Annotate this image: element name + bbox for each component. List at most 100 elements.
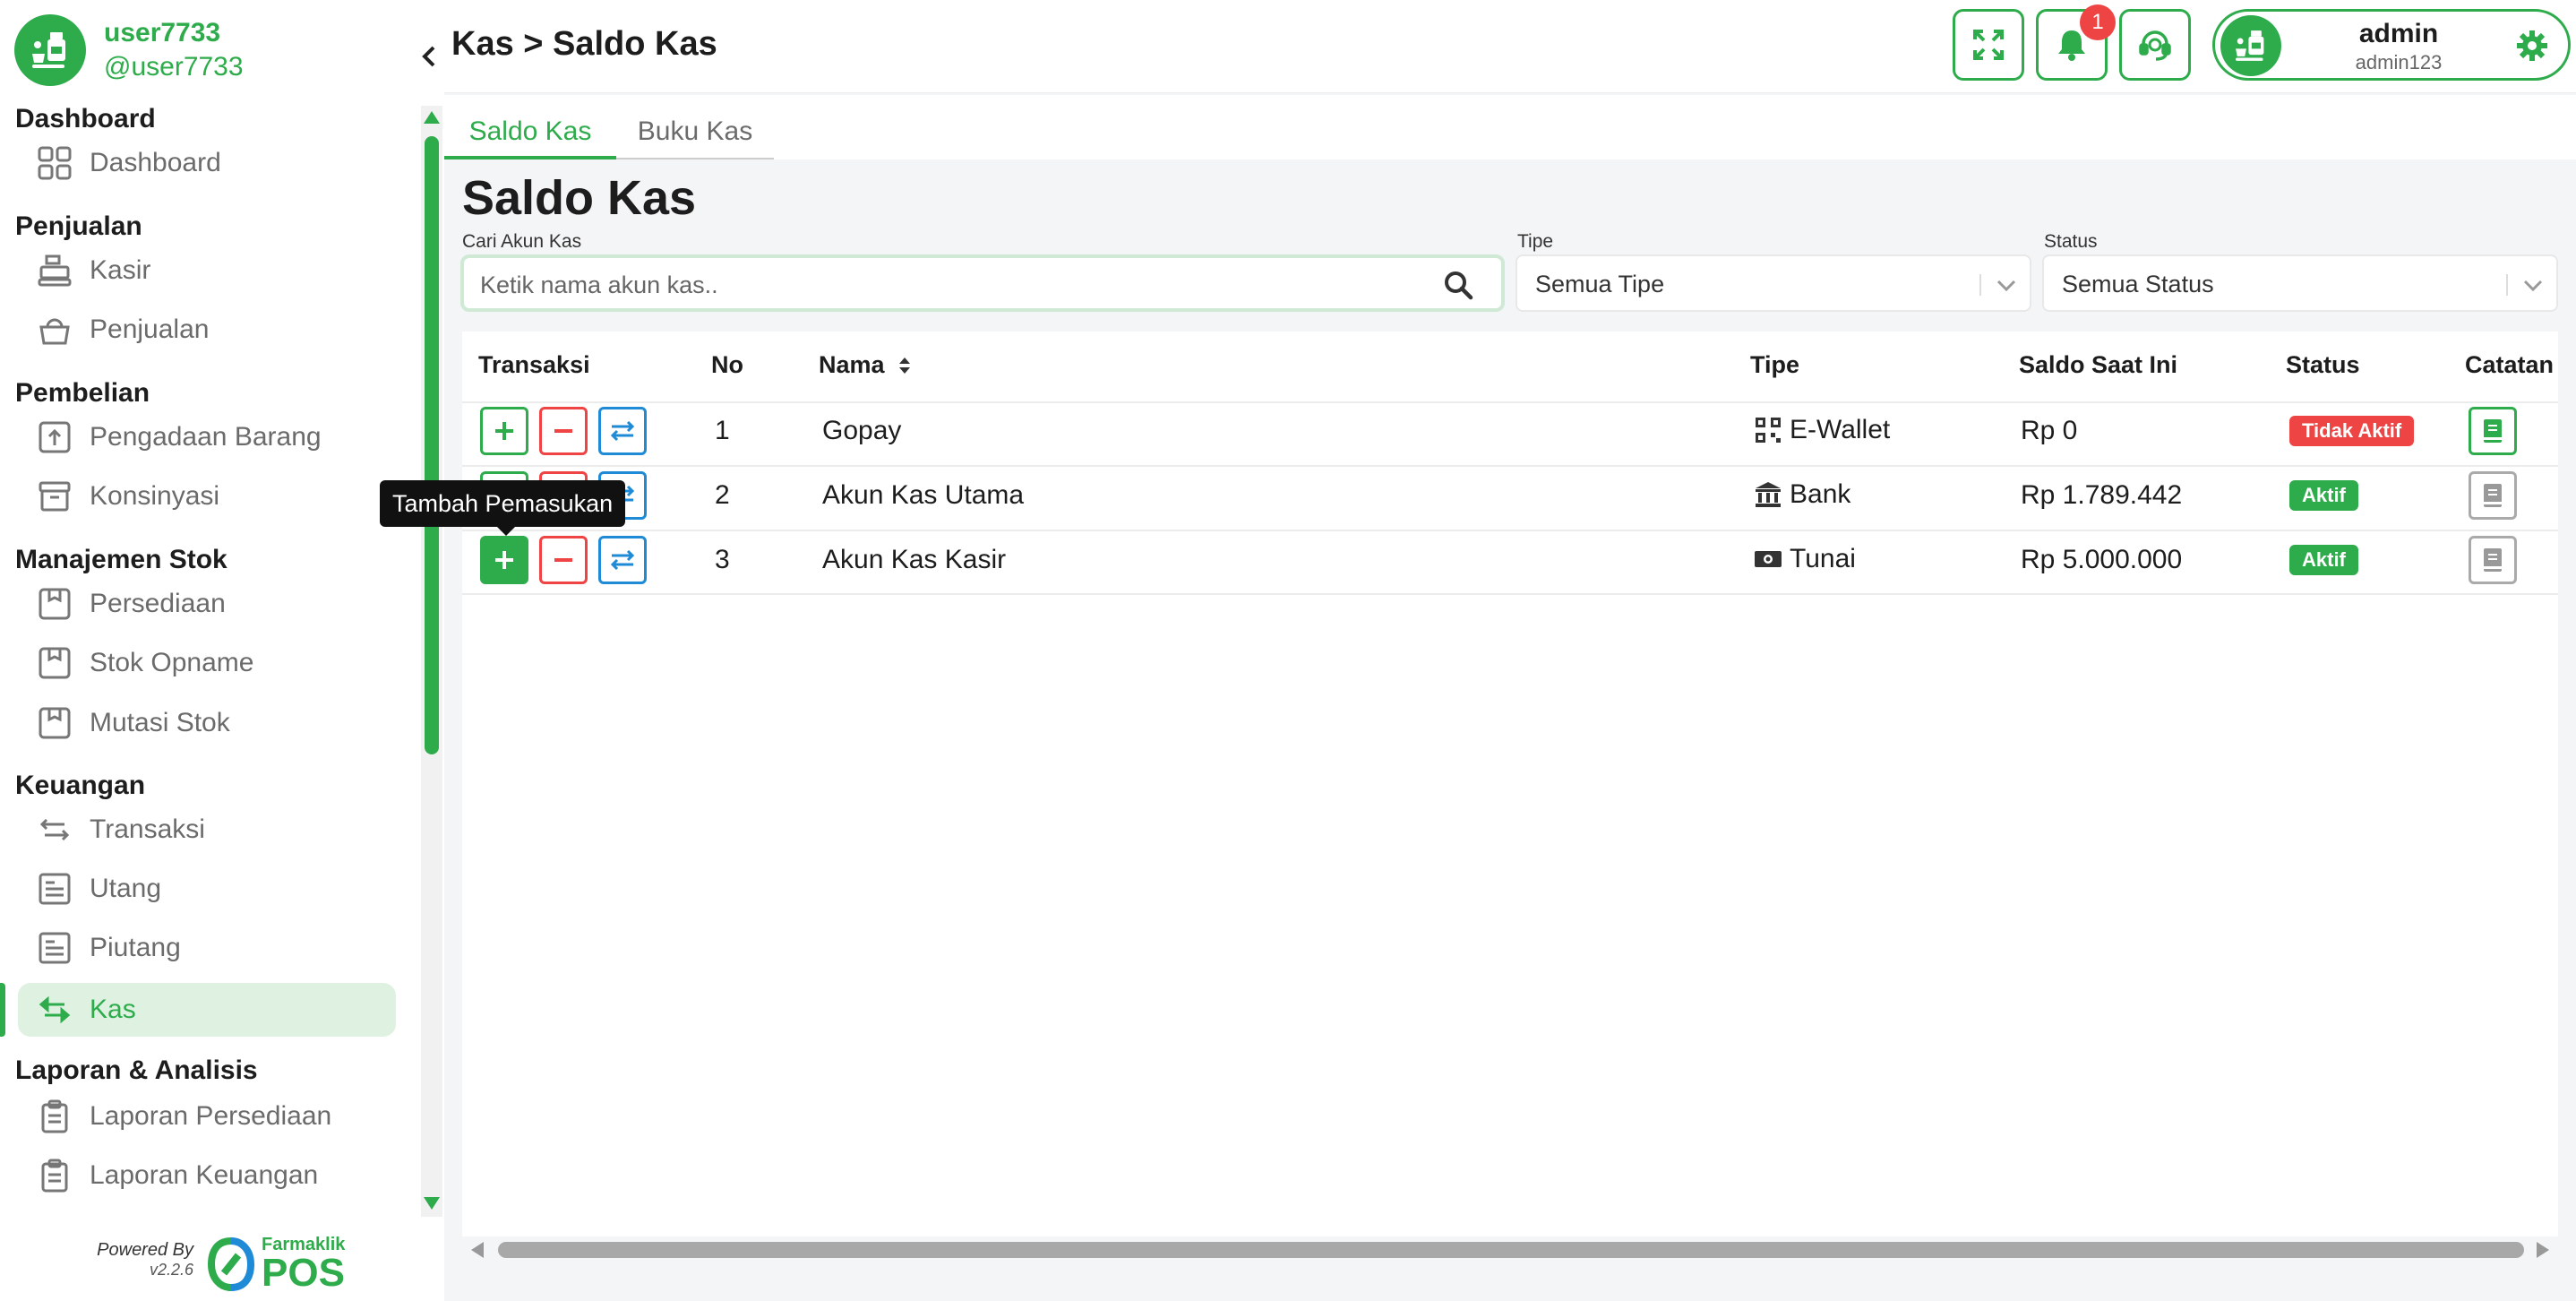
select-separator <box>2506 274 2508 296</box>
support-button[interactable] <box>2119 9 2191 81</box>
tab-saldo-kas[interactable]: Saldo Kas <box>444 109 616 159</box>
active-indicator <box>0 983 5 1037</box>
scroll-right-arrow[interactable] <box>2537 1242 2549 1258</box>
sidebar-item-piutang[interactable]: Piutang <box>18 921 396 975</box>
plus-icon <box>495 551 513 569</box>
scroll-up-arrow[interactable] <box>424 111 440 124</box>
status-filter-label: Status <box>2044 231 2098 252</box>
status-badge: Aktif <box>2289 480 2358 511</box>
cell-tipe: E-Wallet <box>1754 415 1890 445</box>
transfer-icon <box>36 991 73 1029</box>
qr-code-icon <box>1756 418 1781 443</box>
sidebar-item-persediaan[interactable]: Persediaan <box>18 577 396 631</box>
sort-icon[interactable] <box>896 354 914 377</box>
add-expense-button[interactable] <box>539 407 588 455</box>
notifications-button[interactable]: 1 <box>2036 4 2116 81</box>
sidebar-item-mutasi-stok[interactable]: Mutasi Stok <box>18 696 396 750</box>
sidebar-item-label: Piutang <box>90 933 181 962</box>
tab-buku-kas[interactable]: Buku Kas <box>616 109 774 159</box>
user-name: user7733 <box>104 18 221 47</box>
status-filter-select[interactable]: Semua Status <box>2042 254 2558 312</box>
cell-saldo: Rp 1.789.442 <box>2021 480 2183 510</box>
scroll-thumb[interactable] <box>498 1242 2524 1258</box>
cell-no: 2 <box>715 480 730 510</box>
divider <box>462 530 2558 531</box>
scroll-thumb[interactable] <box>425 136 439 754</box>
add-income-button[interactable] <box>480 536 528 584</box>
archive-icon <box>36 478 73 515</box>
collapse-sidebar-button[interactable] <box>419 45 439 75</box>
brand-pos: POS <box>262 1251 345 1295</box>
sidebar-item-penjualan[interactable]: Penjualan <box>18 303 396 357</box>
transfer-icon <box>36 811 73 849</box>
user-handle: @user7733 <box>104 52 244 82</box>
type-filter-select[interactable]: Semua Tipe <box>1516 254 2031 312</box>
col-header-nama[interactable]: Nama <box>819 351 914 379</box>
note-button[interactable] <box>2469 471 2517 520</box>
note-button[interactable] <box>2469 407 2517 455</box>
section-title-keuangan: Keuangan <box>15 771 146 800</box>
cell-nama: Akun Kas Utama <box>822 480 1025 510</box>
sidebar-scrollbar[interactable] <box>421 106 442 1217</box>
col-header-no: No <box>711 351 743 378</box>
book-icon <box>2484 548 2502 572</box>
fullscreen-button[interactable] <box>1953 9 2024 81</box>
add-expense-button[interactable] <box>539 536 588 584</box>
cell-nama: Akun Kas Kasir <box>822 545 1007 574</box>
version-label: v2.2.6 <box>149 1261 193 1279</box>
note-button[interactable] <box>2469 536 2517 584</box>
sidebar-item-dashboard[interactable]: Dashboard <box>18 136 396 190</box>
tooltip-arrow <box>497 527 515 536</box>
cell-tipe-label: E-Wallet <box>1790 415 1891 444</box>
kas-table: Transaksi No Nama Tipe Saldo Saat Ini St… <box>462 332 2558 1236</box>
powered-by: Powered By v2.2.6 <box>86 1240 193 1279</box>
sidebar-item-konsinyasi[interactable]: Konsinyasi <box>18 470 396 523</box>
profile-name: admin <box>2358 19 2439 48</box>
user-avatar <box>14 14 86 86</box>
sidebar-item-pengadaan-barang[interactable]: Pengadaan Barang <box>18 410 396 464</box>
search-input[interactable] <box>480 269 1430 301</box>
sidebar-item-label: Kas <box>90 995 136 1024</box>
cell-no: 1 <box>715 416 730 445</box>
transfer-arrows-icon <box>610 420 635 442</box>
sidebar-item-label: Konsinyasi <box>90 481 220 511</box>
profile-username: admin123 <box>2355 51 2443 73</box>
profile-avatar <box>2220 15 2281 76</box>
breadcrumb: Kas > Saldo Kas <box>451 25 717 63</box>
col-header-catatan: Catatan <box>2465 351 2555 378</box>
transfer-button[interactable] <box>598 536 647 584</box>
sidebar-item-label: Kasir <box>90 255 151 285</box>
cash-register-icon <box>36 252 73 289</box>
farmaklik-logo-icon <box>207 1237 255 1291</box>
col-header-tipe: Tipe <box>1750 351 1800 378</box>
sidebar-item-kasir[interactable]: Kasir <box>18 244 396 297</box>
sidebar: user7733 @user7733 Dashboard Dashboard P… <box>0 0 444 1301</box>
chevron-left-icon <box>422 46 435 67</box>
scroll-down-arrow[interactable] <box>424 1197 440 1210</box>
tab-bar: Saldo Kas Buku Kas <box>444 95 2576 159</box>
add-income-button[interactable] <box>480 407 528 455</box>
profile-menu[interactable]: admin admin123 <box>2212 9 2571 81</box>
clipboard-icon <box>36 1157 73 1194</box>
sidebar-item-laporan-keuangan[interactable]: Laporan Keuangan <box>18 1149 396 1202</box>
sidebar-item-utang[interactable]: Utang <box>18 862 396 916</box>
section-title-laporan: Laporan & Analisis <box>15 1055 258 1085</box>
grid-icon <box>36 144 73 182</box>
sidebar-item-kas[interactable]: Kas <box>18 983 396 1037</box>
status-badge: Tidak Aktif <box>2289 416 2415 446</box>
scroll-left-arrow[interactable] <box>471 1242 484 1258</box>
sidebar-item-stok-opname[interactable]: Stok Opname <box>18 636 396 690</box>
sidebar-item-label: Pengadaan Barang <box>90 422 322 452</box>
sidebar-item-label: Utang <box>90 874 162 903</box>
section-title-manajemen-stok: Manajemen Stok <box>15 545 228 574</box>
sidebar-item-transaksi[interactable]: Transaksi <box>18 803 396 857</box>
sidebar-item-laporan-persediaan[interactable]: Laporan Persediaan <box>18 1090 396 1143</box>
basket-icon <box>36 311 73 349</box>
search-icon[interactable] <box>1442 269 1474 301</box>
gear-icon[interactable] <box>2514 28 2550 64</box>
horizontal-scrollbar[interactable] <box>462 1236 2558 1263</box>
pharmacy-cart-icon <box>2236 30 2264 61</box>
transfer-button[interactable] <box>598 407 647 455</box>
minus-icon <box>554 558 572 562</box>
pharmacy-cart-icon <box>32 32 65 68</box>
